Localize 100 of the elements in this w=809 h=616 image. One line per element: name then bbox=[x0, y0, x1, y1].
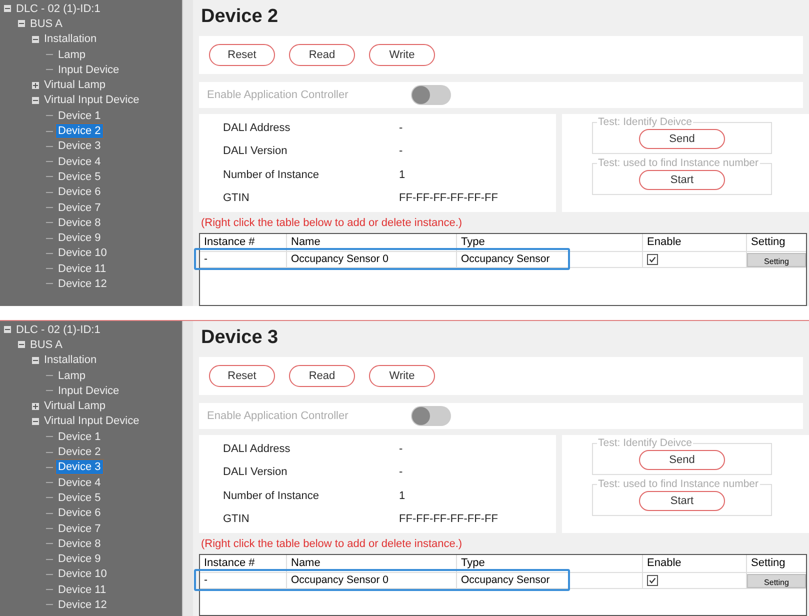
tree-item[interactable]: Device 4 bbox=[56, 154, 103, 169]
hint-text: (Right click the table below to add or delete instance.) bbox=[200, 216, 464, 231]
info-label: DALI Version bbox=[223, 466, 288, 478]
tree-item[interactable]: BUS A bbox=[28, 16, 64, 31]
tree-item[interactable]: Device 9 bbox=[56, 231, 103, 246]
expander-icon[interactable] bbox=[4, 5, 11, 12]
info-label: GTIN bbox=[223, 513, 250, 526]
expander-icon[interactable] bbox=[32, 96, 39, 104]
scrollbar[interactable] bbox=[182, 321, 193, 616]
info-value: 1 bbox=[399, 490, 406, 502]
group-legend: Test: used to find Instance number bbox=[597, 157, 760, 169]
action-button[interactable]: Read bbox=[289, 44, 355, 66]
test-button[interactable]: Send bbox=[639, 450, 725, 470]
group-legend: Test: Identify Deivce bbox=[597, 116, 693, 128]
column-header[interactable]: Enable bbox=[643, 555, 747, 572]
info-value: - bbox=[399, 145, 403, 158]
tree-item[interactable]: Device 11 bbox=[56, 262, 108, 276]
table-cell: Occupancy Sensor bbox=[457, 251, 643, 268]
tree-item[interactable]: Device 2 bbox=[56, 124, 103, 138]
tree-item[interactable]: Device 3 bbox=[56, 460, 103, 474]
table-cell: Occupancy Sensor 0 bbox=[287, 572, 457, 589]
tree-item[interactable]: Device 8 bbox=[56, 216, 103, 230]
column-header[interactable]: Type bbox=[457, 555, 643, 572]
toggle-switch[interactable] bbox=[411, 406, 451, 426]
info-value: - bbox=[399, 442, 403, 455]
checkbox[interactable] bbox=[647, 254, 658, 265]
info-value: - bbox=[399, 122, 403, 134]
enable-label: Enable Application Controller bbox=[207, 410, 350, 422]
expander-icon[interactable] bbox=[18, 20, 25, 28]
info-value: 1 bbox=[399, 168, 406, 181]
info-label: DALI Address bbox=[223, 122, 292, 134]
column-header[interactable]: Setting bbox=[747, 234, 806, 251]
column-header[interactable]: Name bbox=[287, 555, 457, 572]
action-button[interactable]: Reset bbox=[209, 44, 275, 66]
toggle-switch[interactable] bbox=[411, 85, 451, 105]
tree-item[interactable]: Device 11 bbox=[56, 582, 108, 597]
action-button[interactable]: Read bbox=[289, 365, 355, 387]
info-label: Number of Instance bbox=[223, 168, 320, 181]
action-button[interactable]: Write bbox=[369, 365, 435, 387]
tree-item[interactable]: Device 4 bbox=[56, 476, 103, 490]
expander-icon[interactable] bbox=[32, 36, 39, 43]
test-button[interactable]: Start bbox=[639, 170, 725, 190]
tree-item[interactable]: Device 7 bbox=[56, 200, 103, 214]
tree-item[interactable]: Virtual Lamp bbox=[42, 399, 108, 414]
scrollbar[interactable] bbox=[182, 0, 193, 306]
tree-item[interactable]: Device 1 bbox=[56, 108, 103, 123]
enable-label: Enable Application Controller bbox=[207, 89, 350, 101]
tree-item[interactable]: Virtual Input Device bbox=[42, 414, 142, 428]
tree-item[interactable]: Installation bbox=[42, 353, 99, 368]
expander-icon[interactable] bbox=[32, 356, 39, 364]
tree-item[interactable]: DLC - 02 (1)-ID:1 bbox=[14, 322, 102, 337]
tree-item[interactable]: Input Device bbox=[56, 384, 122, 398]
tree-item[interactable]: BUS A bbox=[28, 338, 64, 352]
tree-item[interactable]: Lamp bbox=[56, 368, 88, 383]
tree-item[interactable]: Device 10 bbox=[56, 246, 109, 260]
tree-item[interactable]: Virtual Lamp bbox=[42, 78, 108, 92]
expander-icon[interactable] bbox=[32, 418, 39, 425]
tree-item[interactable]: Device 1 bbox=[56, 430, 103, 444]
tree-item[interactable]: Device 6 bbox=[56, 506, 103, 520]
expander-icon[interactable] bbox=[4, 326, 11, 334]
tree-item[interactable]: DLC - 02 (1)-ID:1 bbox=[14, 2, 102, 16]
hint-text: (Right click the table below to add or delete instance.) bbox=[200, 537, 464, 552]
test-button[interactable]: Start bbox=[639, 491, 725, 511]
column-header[interactable]: Type bbox=[457, 234, 643, 251]
action-button[interactable]: Write bbox=[369, 44, 435, 66]
tree-item[interactable]: Device 12 bbox=[56, 276, 109, 291]
tree-item[interactable]: Installation bbox=[42, 32, 99, 46]
tree-item[interactable]: Device 8 bbox=[56, 536, 103, 551]
column-header[interactable]: Instance # bbox=[200, 234, 287, 251]
info-value: FF-FF-FF-FF-FF-FF bbox=[399, 192, 498, 204]
column-header[interactable]: Enable bbox=[643, 234, 747, 251]
tree-item[interactable]: Device 5 bbox=[56, 490, 103, 505]
tree-item[interactable]: Device 10 bbox=[56, 567, 109, 582]
tree-item[interactable]: Device 12 bbox=[56, 598, 109, 612]
tree-item[interactable]: Lamp bbox=[56, 48, 88, 62]
column-header[interactable]: Setting bbox=[747, 555, 806, 572]
setting-button[interactable]: Setting bbox=[747, 253, 806, 267]
expander-icon[interactable] bbox=[18, 341, 25, 348]
tree-item[interactable]: Device 6 bbox=[56, 185, 103, 200]
column-header[interactable]: Instance # bbox=[200, 555, 287, 572]
expander-icon[interactable] bbox=[32, 402, 39, 410]
info-label: Number of Instance bbox=[223, 490, 320, 502]
tree-item[interactable]: Virtual Input Device bbox=[42, 93, 142, 108]
test-button[interactable]: Send bbox=[639, 129, 725, 149]
checkbox[interactable] bbox=[647, 575, 658, 586]
info-label: DALI Version bbox=[223, 145, 288, 158]
tree-item[interactable]: Device 3 bbox=[56, 139, 103, 154]
tree-item[interactable]: Device 2 bbox=[56, 445, 103, 460]
expander-icon[interactable] bbox=[32, 82, 39, 89]
tree-item[interactable]: Input Device bbox=[56, 62, 122, 77]
table-cell: - bbox=[200, 251, 287, 268]
info-value: - bbox=[399, 466, 403, 478]
tree-item[interactable]: Device 9 bbox=[56, 552, 103, 566]
group-legend: Test: Identify Deivce bbox=[597, 437, 693, 449]
tree-item[interactable]: Device 5 bbox=[56, 170, 103, 184]
setting-button[interactable]: Setting bbox=[747, 574, 806, 588]
tree-item[interactable]: Device 7 bbox=[56, 522, 103, 536]
action-button[interactable]: Reset bbox=[209, 365, 275, 387]
column-header[interactable]: Name bbox=[287, 234, 457, 251]
device-title: Device 2 bbox=[200, 5, 280, 29]
